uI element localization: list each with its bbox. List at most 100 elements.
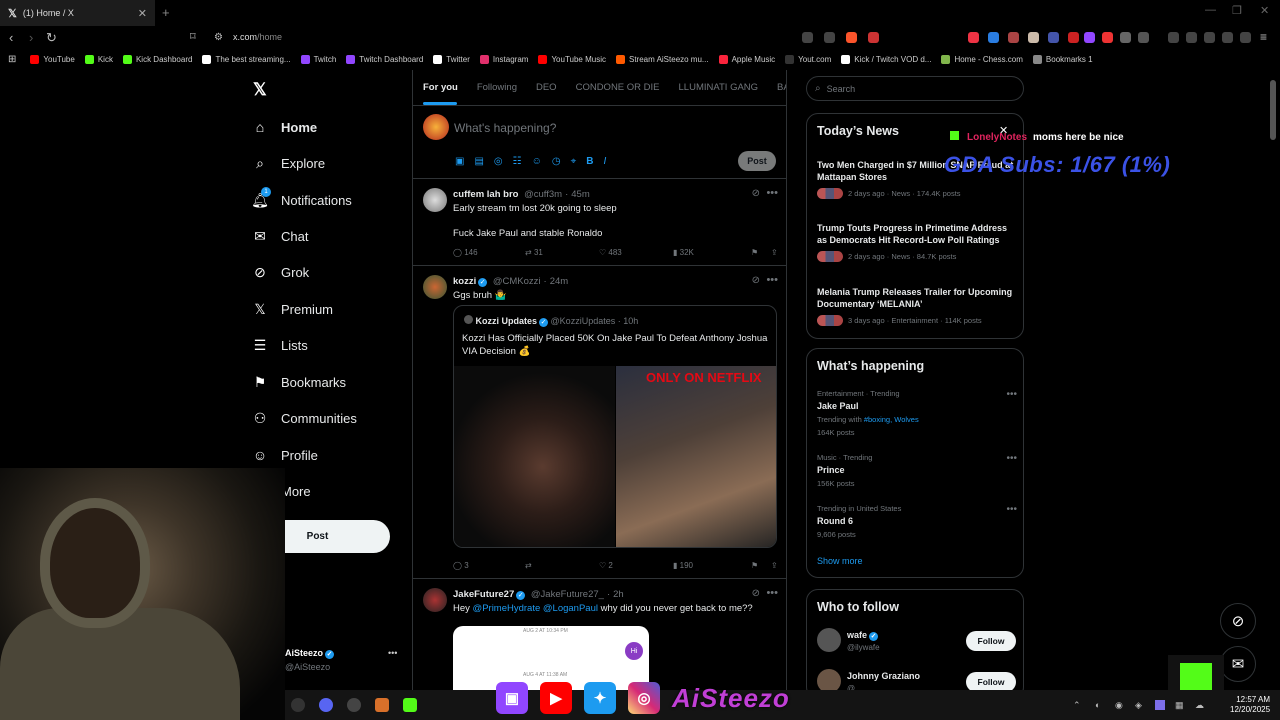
quote-image[interactable] [454,366,615,547]
site-info-icon[interactable]: ⚙ [214,32,223,43]
gif-icon[interactable]: ▤ [474,156,483,167]
discord-icon[interactable] [319,698,333,712]
grok-explain-icon[interactable]: ⊘ [752,588,760,599]
follow-suggestion[interactable]: wafe ✓ @ilywafe Follow [817,628,1017,658]
tab-following[interactable]: Following [467,70,526,105]
chevron-up-icon[interactable]: ⌃ [1073,700,1081,711]
bookmark-stream-music[interactable]: Stream AiSteezo mu... [616,55,709,64]
reply-button[interactable]: ◯ 3 [453,561,525,570]
italic-icon[interactable]: I [603,156,606,167]
tab-close-icon[interactable]: ✕ [138,7,147,20]
tweet-time[interactable]: 24m [550,276,568,287]
views-button[interactable]: ▮ 32K [673,248,751,257]
trend-item[interactable]: Trending in United States Round 6 9,606 … [817,504,1017,539]
url-field[interactable]: x.com/home [233,32,282,42]
extension-icon[interactable] [802,32,813,43]
extension-icon[interactable] [968,32,979,43]
share-button[interactable]: ⇪ [771,561,778,570]
nav-chat[interactable]: ✉ Chat [251,227,308,245]
bookmark-kick-dashboard[interactable]: Kick Dashboard [122,55,192,64]
quote-tweet[interactable]: Kozzi Updates ✓ @KozziUpdates · 10h Kozzi… [453,305,777,548]
vpn-icon[interactable] [1240,32,1251,43]
tab-bau[interactable]: BAU [767,70,786,105]
quote-image[interactable]: ONLY ON NETFLIX [616,366,776,547]
bookmark-button[interactable]: ⚑ [751,248,771,257]
menu-icon[interactable]: ≡ [1260,30,1267,44]
more-dots-icon[interactable]: ••• [388,648,397,658]
tweet-author[interactable]: cuffem lah bro [453,189,518,200]
more-dots-icon[interactable]: ••• [766,187,778,199]
tray-app-icon[interactable] [1155,700,1165,710]
x-logo-icon[interactable]: 𝕏 [253,80,267,100]
image-icon[interactable]: ▣ [455,156,464,167]
apps-grid-icon[interactable]: ⊞ [8,54,16,65]
reply-button[interactable]: ◯ 146 [453,248,525,257]
mention-link[interactable]: @LoganPaul [543,603,598,614]
extension-icon[interactable] [1102,32,1113,43]
grok-icon[interactable]: ◎ [494,156,503,167]
extension-icon[interactable] [824,32,835,43]
grok-explain-icon[interactable]: ⊘ [752,275,760,286]
extension-icon[interactable] [988,32,999,43]
tray-app-icon[interactable]: ◈ [1135,700,1142,711]
bookmark-twitter[interactable]: Twitter [433,55,470,64]
brave-rewards-icon[interactable] [868,32,879,43]
avatar[interactable] [423,275,447,299]
location-icon[interactable]: ⌖ [571,156,577,167]
system-clock[interactable]: 12:57 AM 12/20/2025 [1230,695,1270,715]
tab-condone-or-die[interactable]: CONDONE OR DIE [566,70,669,105]
bookmark-yout[interactable]: Yout.com [785,55,831,64]
mention-link[interactable]: @PrimeHydrate [473,603,541,614]
search-input[interactable]: ⌕ Search [806,76,1024,101]
extension-icon[interactable] [1048,32,1059,43]
more-dots-icon[interactable]: ••• [766,274,778,286]
messages-fab-button[interactable]: ✉ [1220,646,1256,682]
news-item[interactable]: Trump Touts Progress in Primetime Addres… [817,222,1017,262]
avatar[interactable] [817,628,841,652]
headset-icon[interactable]: ◐ [1095,700,1100,710]
poll-icon[interactable]: ☷ [513,156,522,167]
tweet-time[interactable]: 45m [571,189,589,200]
maximize-icon[interactable]: ❐ [1232,4,1242,17]
trend-item[interactable]: Entertainment · Trending Jake Paul Trend… [817,389,1017,437]
nav-lists[interactable]: ☰ Lists [251,336,308,354]
follow-button[interactable]: Follow [966,631,1016,651]
window-close-icon[interactable]: ✕ [1260,4,1269,17]
follow-button[interactable]: Follow [966,672,1016,692]
grok-fab-button[interactable]: ⊘ [1220,603,1256,639]
bold-icon[interactable]: B [586,156,593,167]
bookmark-twitch-dashboard[interactable]: Twitch Dashboard [346,55,423,64]
tab-deo[interactable]: DEO [526,70,566,105]
media-icon[interactable] [1168,32,1179,43]
tweet-author[interactable]: kozzi [453,276,476,287]
compose-post-button[interactable]: Post [738,151,776,171]
tweet-time[interactable]: 2h [613,589,624,600]
bookmark-kick[interactable]: Kick [84,55,113,64]
onedrive-icon[interactable]: ☁ [1195,700,1204,711]
tweet[interactable]: kozzi ✓ @CMKozzi · 24m ⊘ ••• Ggs bruh 🤷‍♂️ … [413,267,786,579]
bookmark-youtube[interactable]: YouTube [30,55,75,64]
reload-icon[interactable]: ↻ [46,30,57,46]
bookmark-vod[interactable]: Kick / Twitch VOD d... [841,55,931,64]
repost-button[interactable]: ⇄ 31 [525,248,599,257]
bookmark-streaming[interactable]: The best streaming... [202,55,291,64]
avatar[interactable] [423,188,447,212]
extension-icon[interactable] [1028,32,1039,43]
bookmark-page-icon[interactable]: ⌑ [190,30,196,43]
fl-studio-icon[interactable] [375,698,389,712]
back-icon[interactable]: ‹ [9,30,13,45]
new-tab-icon[interactable]: + [162,5,170,20]
show-more-link[interactable]: Show more [817,556,863,566]
bookmark-chess[interactable]: Home - Chess.com [941,55,1023,64]
obs-icon[interactable] [347,698,361,712]
close-icon[interactable]: ✕ [999,124,1008,137]
emoji-icon[interactable]: ☺ [532,156,542,167]
more-dots-icon[interactable]: ••• [1006,389,1017,400]
trend-with-link[interactable]: #boxing, Wolves [864,415,919,424]
twitch-extension-icon[interactable] [1084,32,1095,43]
leo-ai-icon[interactable] [1222,32,1233,43]
extension-icon[interactable] [1138,32,1149,43]
views-button[interactable]: ▮ 190 [673,561,751,570]
sidebar-icon[interactable] [1186,32,1197,43]
bookmark-folder[interactable]: Bookmarks 1 [1032,55,1093,64]
